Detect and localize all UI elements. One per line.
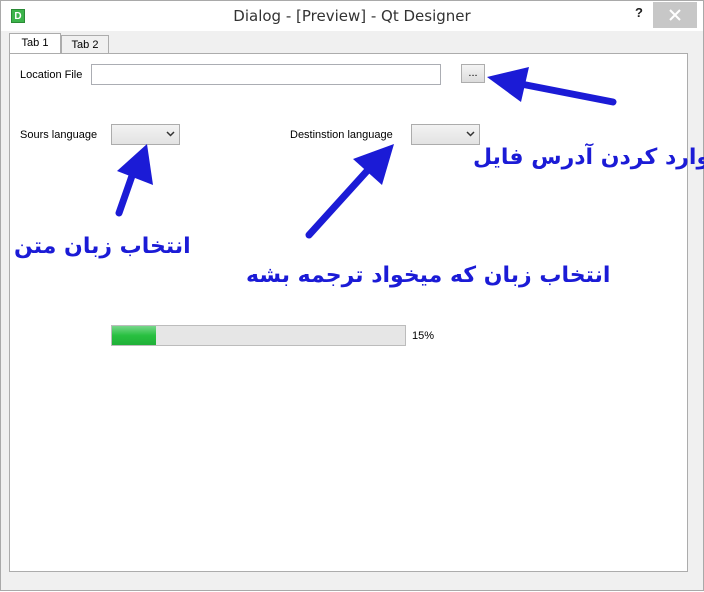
dialog-window: D Dialog - [Preview] - Qt Designer ? Tab… [0, 0, 704, 591]
arrow-to-browse-button [517, 80, 617, 106]
arrow-head-browse [487, 67, 529, 102]
arrow-to-source-combo [115, 169, 137, 217]
arrow-to-destination-combo [305, 167, 371, 239]
annotation-select-target-language: انتخاب زبان که میخواد ترجمه بشه [246, 263, 611, 288]
annotation-enter-file-address: وارد کردن آدرس فایل [473, 145, 704, 170]
annotation-arrows [115, 67, 617, 239]
annotation-select-source-language: انتخاب زبان متن [14, 234, 191, 259]
arrow-head-source [117, 144, 153, 185]
